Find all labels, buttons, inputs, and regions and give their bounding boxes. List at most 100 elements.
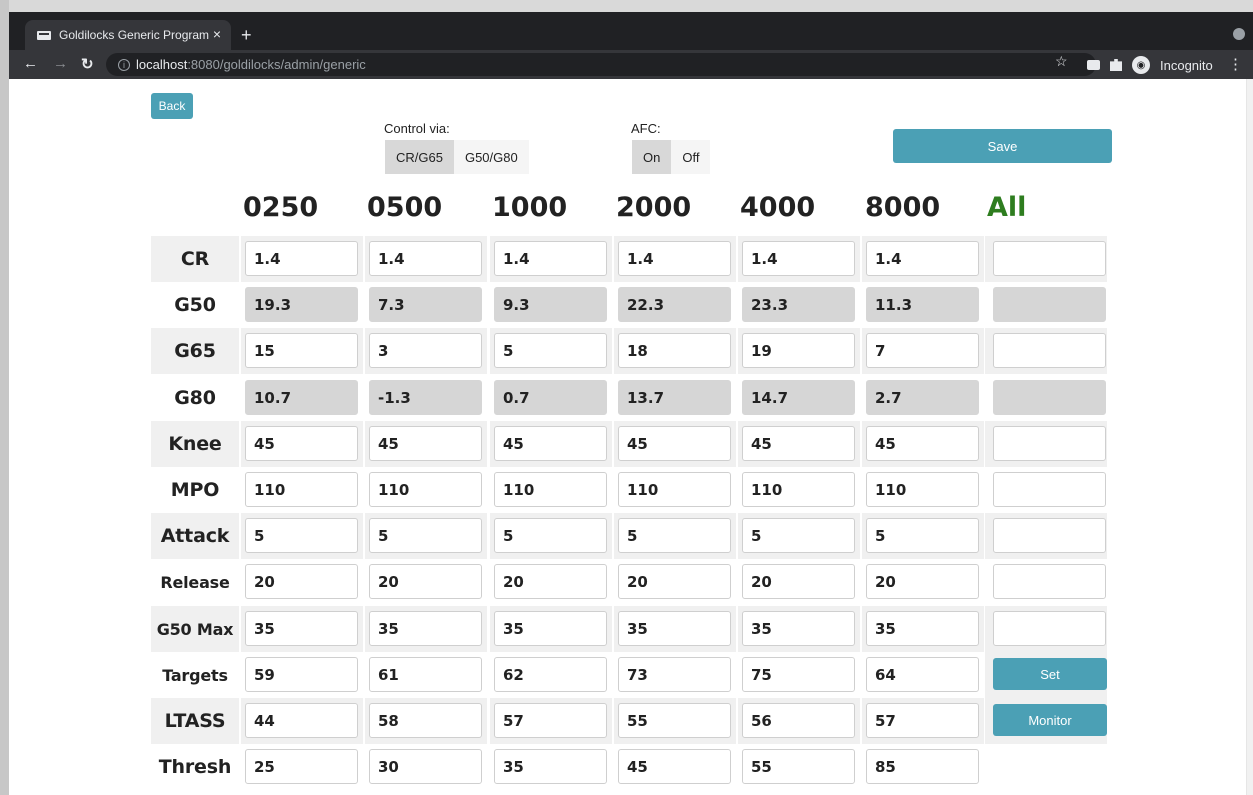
window-control-icon[interactable]	[1233, 28, 1245, 40]
bookmark-star-icon[interactable]: ☆	[1055, 53, 1068, 70]
new-tab-icon[interactable]: +	[241, 25, 252, 46]
input-mpo-1000[interactable]: 110	[494, 472, 607, 507]
input-g65-4000[interactable]: 19	[742, 333, 855, 368]
input-knee-8000[interactable]: 45	[866, 426, 979, 461]
input-thresh-0250[interactable]: 25	[245, 749, 358, 784]
tab-close-icon[interactable]: ×	[213, 26, 221, 42]
input-attack-0250[interactable]: 5	[245, 518, 358, 553]
input-mpo-4000[interactable]: 110	[742, 472, 855, 507]
input-knee-0250[interactable]: 45	[245, 426, 358, 461]
input-ltass-2000[interactable]: 55	[618, 703, 731, 738]
input-g80-4000: 14.7	[742, 380, 855, 415]
input-g50-max-4000[interactable]: 35	[742, 611, 855, 646]
monitor-button[interactable]: Monitor	[993, 704, 1107, 736]
site-info-icon[interactable]: i	[118, 58, 130, 71]
input-cr-1000[interactable]: 1.4	[494, 241, 607, 276]
input-ltass-1000[interactable]: 57	[494, 703, 607, 738]
input-attack-all[interactable]	[993, 518, 1106, 553]
input-release-1000[interactable]: 20	[494, 564, 607, 599]
input-g50-0250: 19.3	[245, 287, 358, 322]
input-targets-8000[interactable]: 64	[866, 657, 979, 692]
input-g50-max-0500[interactable]: 35	[369, 611, 482, 646]
input-mpo-8000[interactable]: 110	[866, 472, 979, 507]
save-button[interactable]: Save	[893, 129, 1112, 163]
freq-header-0500: 0500	[367, 192, 443, 223]
camera-icon[interactable]	[1087, 60, 1100, 70]
input-thresh-0500[interactable]: 30	[369, 749, 482, 784]
input-g65-0250[interactable]: 15	[245, 333, 358, 368]
input-cr-0250[interactable]: 1.4	[245, 241, 358, 276]
input-release-4000[interactable]: 20	[742, 564, 855, 599]
input-release-2000[interactable]: 20	[618, 564, 731, 599]
input-thresh-4000[interactable]: 55	[742, 749, 855, 784]
input-cr-0500[interactable]: 1.4	[369, 241, 482, 276]
input-release-8000[interactable]: 20	[866, 564, 979, 599]
input-targets-0500[interactable]: 61	[369, 657, 482, 692]
scrollbar[interactable]	[1246, 79, 1253, 795]
input-attack-1000[interactable]: 5	[494, 518, 607, 553]
input-g65-1000[interactable]: 5	[494, 333, 607, 368]
control-via-toggle: CR/G65 G50/G80	[385, 140, 529, 174]
input-g50-max-0250[interactable]: 35	[245, 611, 358, 646]
input-cr-4000[interactable]: 1.4	[742, 241, 855, 276]
input-g50-max-1000[interactable]: 35	[494, 611, 607, 646]
input-release-all[interactable]	[993, 564, 1106, 599]
input-g50-max-all[interactable]	[993, 611, 1106, 646]
back-arrow-icon[interactable]: ←	[23, 55, 38, 72]
input-ltass-8000[interactable]: 57	[866, 703, 979, 738]
input-cr-2000[interactable]: 1.4	[618, 241, 731, 276]
input-targets-1000[interactable]: 62	[494, 657, 607, 692]
input-knee-0500[interactable]: 45	[369, 426, 482, 461]
input-cr-8000[interactable]: 1.4	[866, 241, 979, 276]
control-option-g50-g80[interactable]: G50/G80	[453, 140, 529, 174]
forward-arrow-icon[interactable]: →	[53, 55, 68, 72]
input-ltass-0250[interactable]: 44	[245, 703, 358, 738]
afc-option-on[interactable]: On	[632, 140, 672, 174]
address-bar[interactable]: i localhost :8080/goldilocks/admin/gener…	[106, 53, 1096, 76]
input-mpo-0250[interactable]: 110	[245, 472, 358, 507]
input-attack-0500[interactable]: 5	[369, 518, 482, 553]
row-label-g80: G80	[174, 387, 216, 409]
input-mpo-all[interactable]	[993, 472, 1106, 507]
input-g65-8000[interactable]: 7	[866, 333, 979, 368]
set-button[interactable]: Set	[993, 658, 1107, 690]
input-cr-all[interactable]	[993, 241, 1106, 276]
input-knee-2000[interactable]: 45	[618, 426, 731, 461]
input-g50-max-8000[interactable]: 35	[866, 611, 979, 646]
incognito-icon[interactable]: ◉	[1132, 56, 1150, 74]
input-targets-4000[interactable]: 75	[742, 657, 855, 692]
input-knee-all[interactable]	[993, 426, 1106, 461]
browser-tab[interactable]: Goldilocks Generic Program ×	[25, 20, 231, 50]
toolbar-icons: ◉ Incognito	[1087, 56, 1213, 74]
input-g80-0250: 10.7	[245, 380, 358, 415]
afc-option-off[interactable]: Off	[671, 140, 711, 174]
input-g65-all[interactable]	[993, 333, 1106, 368]
input-attack-4000[interactable]: 5	[742, 518, 855, 553]
input-attack-2000[interactable]: 5	[618, 518, 731, 553]
input-mpo-0500[interactable]: 110	[369, 472, 482, 507]
freq-header-0250: 0250	[243, 192, 319, 223]
back-button[interactable]: Back	[151, 93, 193, 119]
input-targets-2000[interactable]: 73	[618, 657, 731, 692]
browser-chrome: Goldilocks Generic Program × + ← → ↻ i l…	[9, 12, 1253, 79]
input-mpo-2000[interactable]: 110	[618, 472, 731, 507]
menu-icon[interactable]: ⋮	[1228, 55, 1243, 73]
input-thresh-1000[interactable]: 35	[494, 749, 607, 784]
input-release-0250[interactable]: 20	[245, 564, 358, 599]
reload-icon[interactable]: ↻	[81, 55, 94, 73]
input-release-0500[interactable]: 20	[369, 564, 482, 599]
control-option-cr-g65[interactable]: CR/G65	[385, 140, 454, 174]
input-knee-1000[interactable]: 45	[494, 426, 607, 461]
input-thresh-8000[interactable]: 85	[866, 749, 979, 784]
input-attack-8000[interactable]: 5	[866, 518, 979, 553]
extensions-icon[interactable]	[1110, 59, 1122, 71]
input-knee-4000[interactable]: 45	[742, 426, 855, 461]
input-targets-0250[interactable]: 59	[245, 657, 358, 692]
input-g80-1000: 0.7	[494, 380, 607, 415]
input-g65-0500[interactable]: 3	[369, 333, 482, 368]
input-g65-2000[interactable]: 18	[618, 333, 731, 368]
input-ltass-4000[interactable]: 56	[742, 703, 855, 738]
input-thresh-2000[interactable]: 45	[618, 749, 731, 784]
input-ltass-0500[interactable]: 58	[369, 703, 482, 738]
input-g50-max-2000[interactable]: 35	[618, 611, 731, 646]
